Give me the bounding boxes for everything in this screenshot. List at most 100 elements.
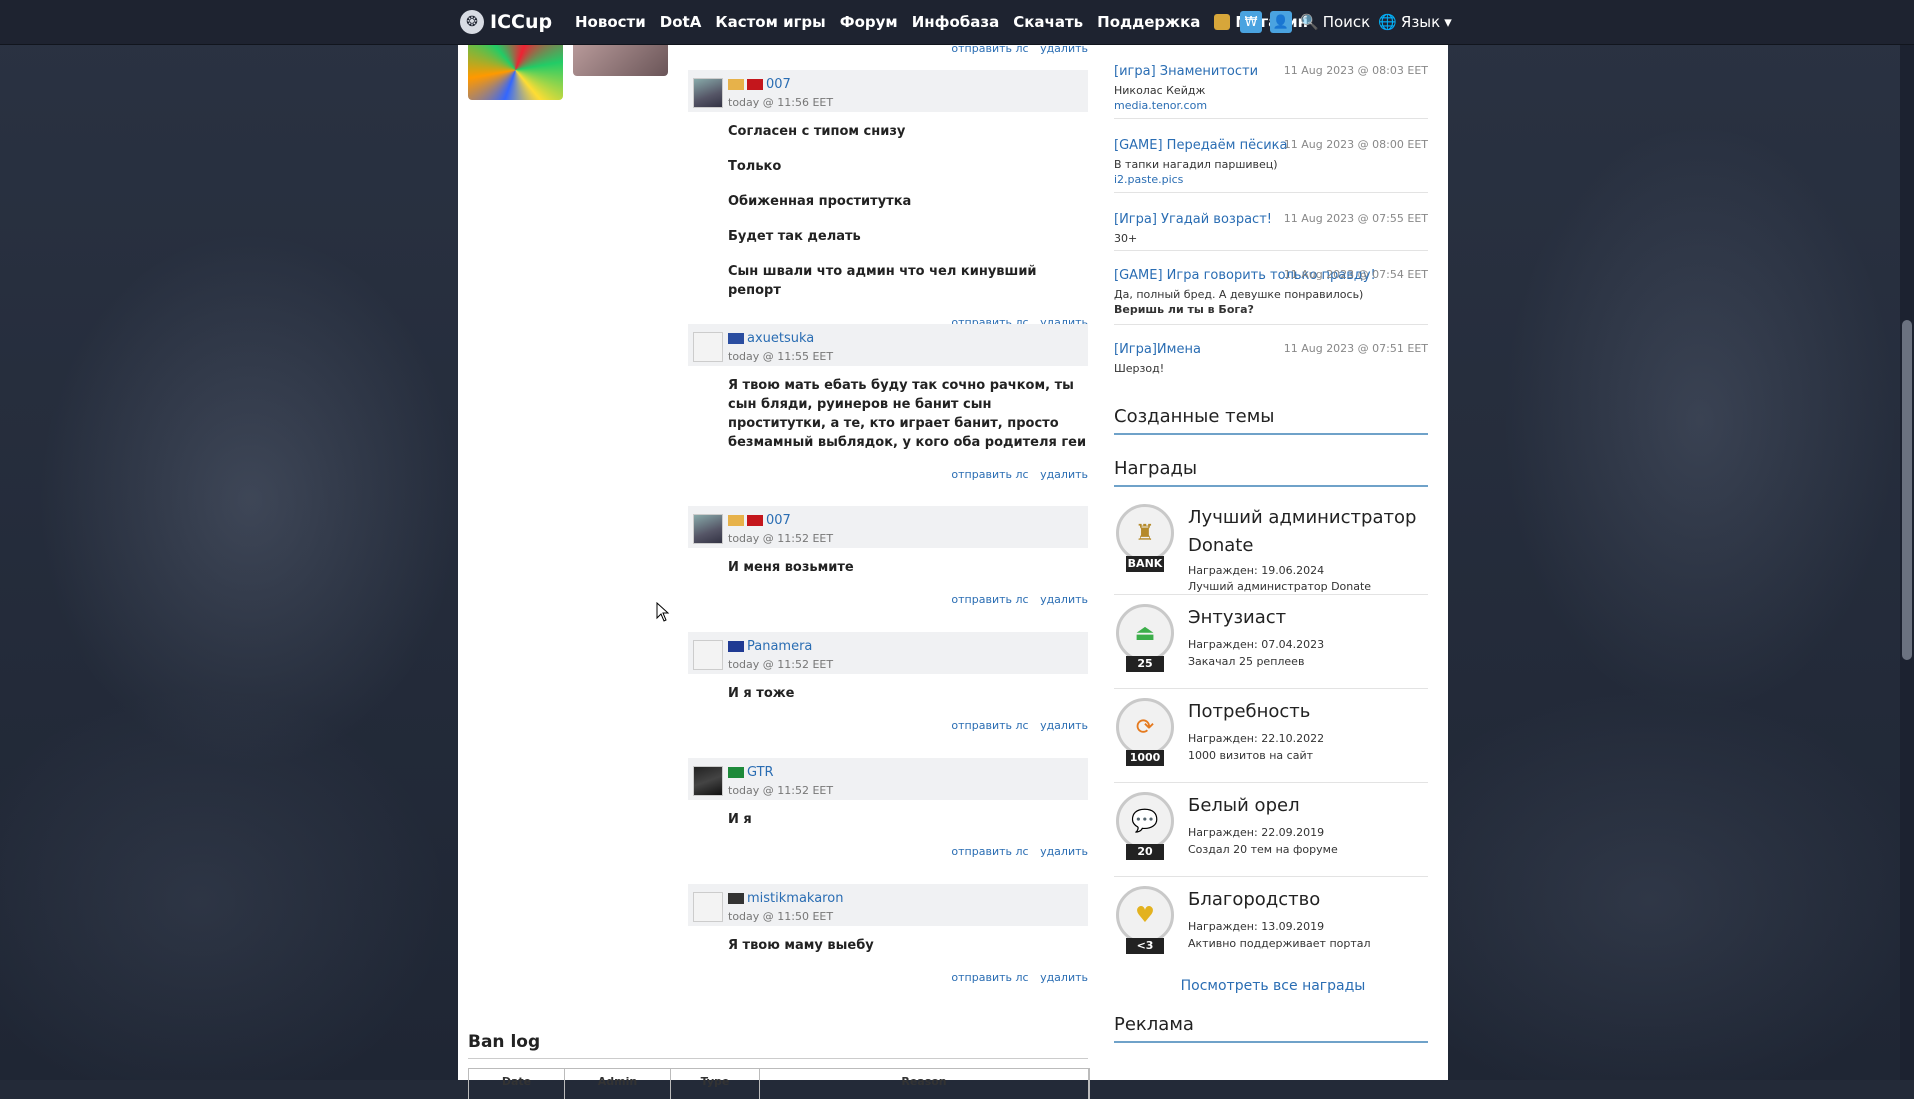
banlog-table: Date Admin Type Reason — [468, 1068, 1090, 1099]
comment-line: Согласен с типом снизу — [728, 124, 906, 139]
send-pm-link[interactable]: отправить лс — [951, 845, 1028, 858]
avatar[interactable] — [693, 514, 723, 544]
comment-line: Только — [728, 159, 782, 174]
site-logo[interactable]: ❂ ICCup — [460, 8, 552, 36]
nav-support[interactable]: Поддержка — [1097, 13, 1200, 31]
author-link[interactable]: axuetsuka — [747, 331, 814, 346]
send-pm-link[interactable]: отправить лс — [951, 719, 1028, 732]
author-link[interactable]: 007 — [766, 513, 791, 528]
comment-time: today @ 11:52 EET — [728, 658, 834, 671]
globe-icon: 🌐 — [1378, 13, 1397, 31]
comment-body: И меня возьмите — [688, 548, 1088, 577]
delete-link[interactable]: удалить — [1040, 971, 1088, 984]
send-pm-link[interactable]: отправить лс — [951, 971, 1028, 984]
topic-item[interactable]: [GAME] Передаём пёсика 11 Aug 2023 @ 08:… — [1114, 138, 1428, 193]
award-desc: Создал 20 тем на форуме — [1188, 843, 1338, 856]
view-all-awards-link[interactable]: Посмотреть все награды — [1098, 978, 1448, 994]
comment-line: И я тоже — [728, 686, 795, 701]
avatar[interactable] — [693, 640, 723, 670]
topic-link[interactable]: media.tenor.com — [1114, 99, 1428, 112]
nav-dota[interactable]: DotA — [660, 13, 702, 31]
nav-custom-games[interactable]: Кастом игры — [715, 13, 825, 31]
comment-author: GTR — [728, 765, 774, 780]
topic-preview: Николас Кейдж — [1114, 84, 1206, 97]
comment-header: mistikmakaron today @ 11:50 EET — [688, 884, 1088, 926]
flag-icon — [728, 641, 744, 652]
crown-icon — [728, 515, 744, 526]
delete-link[interactable]: удалить — [1040, 593, 1088, 606]
comment-body: Согласен с типом снизу Только Обиженная … — [688, 112, 1088, 300]
divider — [468, 1058, 1088, 1059]
scrollbar[interactable] — [1900, 0, 1914, 1080]
attached-image-2[interactable] — [573, 44, 668, 76]
language-dropdown[interactable]: 🌐 Язык ▾ — [1378, 13, 1452, 31]
comment-header: 007 today @ 11:56 EET — [688, 70, 1088, 112]
comment-actions: отправить лс удалить — [688, 468, 1088, 481]
award-desc: Активно поддерживает портал — [1188, 937, 1371, 950]
topic-preview-2: Веришь ли ты в Бога? — [1114, 303, 1254, 316]
topic-preview: В тапки нагадил паршивец) — [1114, 158, 1278, 171]
delete-link[interactable]: удалить — [1040, 719, 1088, 732]
col-date: Date — [469, 1069, 565, 1099]
award-medal: ♜ BANK — [1116, 504, 1174, 574]
avatar[interactable] — [693, 332, 723, 362]
author-link[interactable]: Panamera — [747, 639, 812, 654]
comment-3: 007 today @ 11:52 EET И меня возьмите от… — [688, 506, 1088, 606]
tower-icon: ♜ — [1116, 504, 1174, 562]
notifications-icon[interactable]: ₩ — [1240, 11, 1262, 33]
comment-time: today @ 11:55 EET — [728, 350, 834, 363]
comment-author: axuetsuka — [728, 331, 814, 346]
logo-text: ICCup — [490, 11, 553, 33]
topic-date: 11 Aug 2023 @ 07:51 EET — [1283, 342, 1428, 355]
award-item: ♜ BANK Лучший администратор Donate Награ… — [1114, 500, 1428, 595]
nav-news[interactable]: Новости — [575, 13, 646, 31]
search-icon: 🔍 — [1300, 13, 1319, 31]
award-desc: Лучший администратор Donate — [1188, 580, 1372, 593]
flag-icon — [728, 893, 744, 904]
award-name: Белый орел — [1188, 795, 1300, 816]
ads-heading: Реклама — [1114, 1014, 1428, 1043]
eject-icon: ⏏ — [1116, 604, 1174, 662]
scrollbar-thumb[interactable] — [1902, 320, 1912, 660]
mouse-cursor-icon — [656, 602, 670, 622]
topic-item[interactable]: [Игра]Имена 11 Aug 2023 @ 07:51 EET Шерз… — [1114, 342, 1428, 380]
comment-5: GTR today @ 11:52 EET И я отправить лс у… — [688, 758, 1088, 858]
avatar[interactable] — [693, 892, 723, 922]
send-pm-link[interactable]: отправить лс — [951, 593, 1028, 606]
award-name: Лучший администратор Donate — [1188, 507, 1417, 556]
nav-forum[interactable]: Форум — [840, 13, 898, 31]
topic-item[interactable]: [GAME] Игра говорить только правду! 11 A… — [1114, 268, 1428, 325]
award-name: Потребность — [1188, 701, 1311, 722]
author-link[interactable]: mistikmakaron — [747, 891, 843, 906]
flag-icon — [747, 79, 763, 90]
comment-actions: отправить лс удалить — [688, 971, 1088, 984]
award-tag: 25 — [1126, 656, 1164, 672]
search-button[interactable]: 🔍 Поиск — [1300, 13, 1370, 31]
delete-link[interactable]: удалить — [1040, 468, 1088, 481]
author-link[interactable]: 007 — [766, 77, 791, 92]
language-label: Язык — [1400, 13, 1441, 31]
send-pm-link[interactable]: отправить лс — [951, 468, 1028, 481]
topic-item[interactable]: [игра] Знаменитости 11 Aug 2023 @ 08:03 … — [1114, 64, 1428, 119]
banlog-title: Ban log — [468, 1032, 541, 1052]
topic-item[interactable]: [Игра] Угадай возраст! 11 Aug 2023 @ 07:… — [1114, 212, 1428, 251]
award-date: Награжден: 13.09.2019 — [1188, 920, 1325, 933]
award-name: Благородство — [1188, 889, 1321, 910]
nav-download[interactable]: Скачать — [1013, 13, 1083, 31]
comment-header: GTR today @ 11:52 EET — [688, 758, 1088, 800]
topic-link[interactable]: i2.paste.pics — [1114, 173, 1428, 186]
attached-image-1[interactable] — [468, 40, 563, 100]
flag-icon — [728, 333, 744, 344]
award-item: ⏏ 25 Энтузиаст Награжден: 07.04.2023 Зак… — [1114, 600, 1428, 689]
award-date: Награжден: 07.04.2023 — [1188, 638, 1325, 651]
profile-icon[interactable]: 👤 — [1270, 11, 1292, 33]
author-link[interactable]: GTR — [747, 765, 774, 780]
search-label: Поиск — [1322, 13, 1371, 31]
refresh-icon: ⟳ — [1116, 698, 1174, 756]
logo-icon: ❂ — [460, 10, 484, 34]
avatar[interactable] — [693, 766, 723, 796]
delete-link[interactable]: удалить — [1040, 845, 1088, 858]
avatar[interactable] — [693, 78, 723, 108]
comment-actions: отправить лс удалить — [688, 719, 1088, 732]
nav-infobase[interactable]: Инфобаза — [912, 13, 1000, 31]
